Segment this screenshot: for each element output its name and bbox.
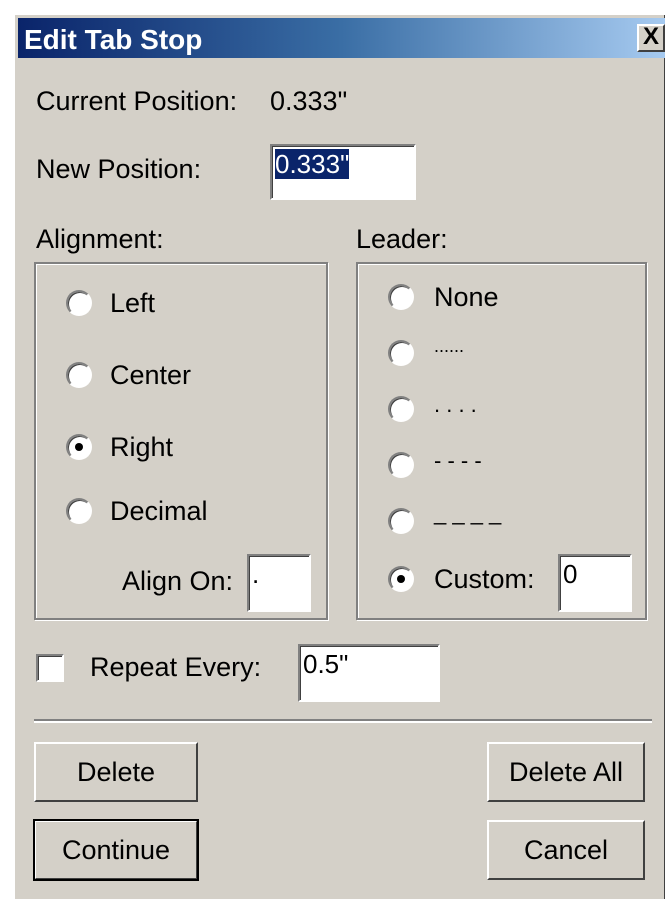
leader-spaced-dots-radio[interactable] bbox=[388, 396, 414, 422]
alignment-center-radio[interactable] bbox=[66, 362, 92, 388]
leader-none-label[interactable]: None bbox=[434, 282, 499, 313]
cancel-button[interactable]: Cancel bbox=[487, 820, 645, 880]
leader-custom-value: 0 bbox=[563, 559, 578, 589]
alignment-center-label[interactable]: Center bbox=[110, 360, 191, 391]
title-bar[interactable]: Edit Tab Stop X bbox=[18, 18, 665, 58]
close-button[interactable]: X bbox=[637, 24, 665, 52]
close-icon: X bbox=[642, 23, 659, 50]
delete-all-button[interactable]: Delete All bbox=[487, 742, 645, 802]
alignment-left-radio[interactable] bbox=[66, 290, 92, 316]
leader-custom-label[interactable]: Custom: bbox=[434, 564, 535, 595]
dialog-title: Edit Tab Stop bbox=[24, 24, 203, 55]
align-on-value: . bbox=[252, 559, 260, 589]
new-position-field[interactable]: 0.333" bbox=[270, 144, 416, 200]
alignment-decimal-label[interactable]: Decimal bbox=[110, 496, 208, 527]
alignment-label: Alignment: bbox=[36, 224, 164, 254]
radio-dot bbox=[397, 575, 405, 583]
alignment-right-label[interactable]: Right bbox=[110, 432, 173, 463]
leader-dots-label[interactable]: ...... bbox=[434, 336, 464, 357]
repeat-every-field[interactable]: 0.5" bbox=[298, 644, 440, 702]
alignment-decimal-radio[interactable] bbox=[66, 498, 92, 524]
continue-button[interactable]: Continue bbox=[33, 819, 199, 881]
leader-dashes-radio[interactable] bbox=[388, 452, 414, 478]
current-position-value: 0.333" bbox=[270, 86, 348, 116]
leader-dots-radio[interactable] bbox=[388, 340, 414, 366]
new-position-label: New Position: bbox=[36, 154, 202, 184]
edit-tab-stop-dialog: Edit Tab Stop X Current Position: 0.333"… bbox=[14, 14, 665, 899]
leader-label: Leader: bbox=[356, 224, 448, 254]
leader-spaced-dots-label[interactable]: . . . . bbox=[434, 392, 477, 418]
leader-none-radio[interactable] bbox=[388, 284, 414, 310]
leader-underscores-radio[interactable] bbox=[388, 508, 414, 534]
repeat-every-checkbox[interactable] bbox=[36, 654, 64, 682]
leader-custom-radio[interactable] bbox=[388, 566, 414, 592]
delete-button[interactable]: Delete bbox=[34, 742, 198, 802]
align-on-label: Align On: bbox=[122, 566, 234, 596]
radio-dot bbox=[75, 443, 83, 451]
alignment-left-label[interactable]: Left bbox=[110, 288, 155, 319]
align-on-field[interactable]: . bbox=[247, 554, 311, 612]
current-position-label: Current Position: bbox=[36, 86, 238, 116]
leader-custom-field[interactable]: 0 bbox=[558, 554, 632, 612]
leader-underscores-label[interactable]: _ _ _ _ bbox=[434, 500, 501, 526]
repeat-every-label[interactable]: Repeat Every: bbox=[90, 652, 261, 683]
repeat-every-value: 0.5" bbox=[303, 649, 349, 679]
leader-dashes-label[interactable]: - - - - bbox=[434, 448, 482, 474]
alignment-right-radio[interactable] bbox=[66, 434, 92, 460]
separator bbox=[34, 719, 652, 723]
new-position-value: 0.333" bbox=[275, 149, 350, 179]
